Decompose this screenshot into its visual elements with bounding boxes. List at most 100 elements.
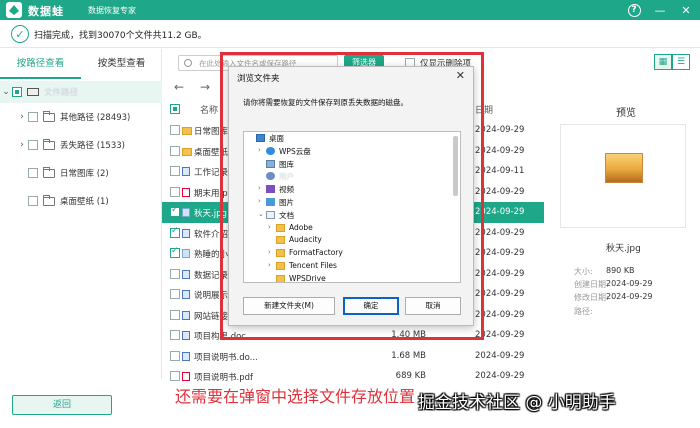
list-view-button[interactable]: ☰ (672, 54, 690, 70)
folder-tree-item[interactable]: › FormatFactory (244, 247, 460, 260)
browse-folder-dialog: 浏览文件夹 ✕ 请你将需要恢复的文件保存到原丢失数据的磁盘。 桌面 › WPS云盘图… (228, 66, 474, 326)
column-date-header[interactable]: 日期 (475, 103, 493, 116)
new-folder-button[interactable]: 新建文件夹(M) (243, 297, 335, 315)
folder-tree-item[interactable]: 桌面 (244, 132, 460, 145)
folder-icon (276, 249, 285, 258)
ok-button[interactable]: 确定 (343, 297, 399, 315)
user-icon (266, 172, 275, 181)
tree-caret-icon[interactable]: › (268, 261, 271, 269)
app-subtitle: 数据恢复专家 (88, 6, 136, 15)
tree-item-desktop-wallpaper[interactable]: 桌面壁纸 (1) (0, 187, 162, 215)
folder-tree-scrollbar[interactable] (453, 136, 458, 196)
folder-tree[interactable]: 桌面 › WPS云盘 图库 用户 › 视频 › 图片 ⌄ 文档 › Adobe Audacity › Form… (243, 131, 461, 283)
back-arrow-icon[interactable]: ← (174, 80, 184, 94)
meta-modified-label: 修改日期: (574, 293, 609, 302)
folder-icon (276, 261, 285, 270)
folder-tree-item[interactable]: › 图片 (244, 196, 460, 209)
folder-tree-label: WPS云盘 (279, 146, 311, 156)
tree-item-checkbox[interactable] (28, 196, 38, 206)
tab-by-path[interactable]: 按路径查看 (0, 49, 81, 79)
file-date: 2024-09-29 (475, 186, 525, 197)
folder-icon (43, 166, 55, 178)
document-icon (266, 210, 275, 219)
tree-root-label: 文件路径 (44, 88, 79, 98)
close-button[interactable]: ✕ (678, 2, 694, 18)
row-checkbox[interactable] (170, 145, 180, 156)
tree-caret-icon[interactable]: › (258, 184, 261, 192)
tree-item-checkbox[interactable] (28, 112, 38, 122)
tree-item-label: 日常图库 (2) (60, 169, 109, 179)
cancel-button[interactable]: 取消 (405, 297, 461, 315)
folder-tree-item[interactable]: 用户 (244, 170, 460, 183)
tree-caret-icon[interactable]: › (268, 223, 271, 231)
folder-tree-item[interactable]: ⌄ 文档 (244, 209, 460, 222)
select-all-checkbox[interactable] (170, 104, 180, 114)
chevron-right-icon[interactable]: › (16, 140, 28, 150)
folder-file-icon (182, 147, 192, 156)
tree-item-lost-paths[interactable]: › 丢失路径 (1533) (0, 131, 162, 159)
chevron-right-icon[interactable]: › (16, 112, 28, 122)
grid-view-button[interactable]: ▦ (654, 54, 672, 70)
doc-file-icon (182, 310, 190, 320)
tree-caret-icon[interactable]: › (258, 197, 261, 205)
file-name: 项目说明书.do... (194, 352, 258, 363)
row-checkbox[interactable] (170, 330, 180, 340)
table-row[interactable]: 项目构思.doc 1.40 MB 2024-09-29 (162, 325, 544, 346)
row-checkbox[interactable] (170, 309, 180, 320)
file-name: 软件介绍 (194, 229, 229, 240)
row-checkbox[interactable] (170, 226, 180, 238)
table-row[interactable]: 项目说明书.do... 1.68 MB 2024-09-29 (162, 346, 544, 367)
folder-tree-item[interactable]: › WPS云盘 (244, 145, 460, 158)
meta-size-label: 大小: (574, 267, 593, 276)
dialog-close-icon[interactable]: ✕ (456, 69, 465, 82)
minimize-icon: — (654, 3, 666, 17)
annotation-caption: 还需要在弹窗中选择文件存放位置 (175, 387, 416, 406)
row-checkbox[interactable] (170, 350, 180, 361)
row-checkbox[interactable] (170, 205, 180, 217)
row-checkbox[interactable] (170, 371, 180, 381)
row-checkbox[interactable] (170, 166, 180, 176)
close-icon: ✕ (681, 3, 691, 17)
tree-root-checkbox[interactable] (12, 87, 22, 97)
folder-icon (43, 194, 55, 206)
tree-root[interactable]: ⌄ 文件路径 (0, 81, 162, 103)
tree-item-other-paths[interactable]: › 其他路径 (28493) (0, 103, 162, 131)
folder-tree-item[interactable]: › Adobe (244, 222, 460, 235)
file-name: 项目说明书.pdf (194, 373, 253, 383)
tree-caret-icon[interactable]: › (258, 146, 261, 154)
search-icon (184, 59, 192, 67)
desktop-icon (256, 134, 265, 142)
folder-tree-label: 图库 (279, 159, 294, 169)
window-controls: ? — ✕ (626, 2, 694, 18)
forward-arrow-icon[interactable]: → (200, 80, 210, 94)
row-checkbox[interactable] (170, 268, 180, 279)
folder-icon (276, 274, 285, 282)
tree-item-checkbox[interactable] (28, 140, 38, 150)
folder-tree-item[interactable]: › Tencent Files (244, 260, 460, 273)
tree-item-daily-gallery[interactable]: 日常图库 (2) (0, 159, 162, 187)
row-checkbox[interactable] (170, 125, 180, 135)
tree-item-checkbox[interactable] (28, 168, 38, 178)
dialog-message: 请你将需要恢复的文件保存到原丢失数据的磁盘。 (243, 98, 408, 107)
tree-caret-icon[interactable]: › (268, 248, 271, 256)
help-button[interactable]: ? (626, 2, 642, 18)
folder-tree-item[interactable]: Audacity (244, 234, 460, 247)
folder-tree-item[interactable]: WPSDrive (244, 273, 460, 282)
meta-created-value: 2024-09-29 (606, 279, 653, 288)
meta-modified: 修改日期: 2024-09-29 (574, 292, 694, 303)
frog-logo-icon (6, 2, 22, 18)
row-checkbox[interactable] (170, 186, 180, 197)
tab-by-type[interactable]: 按类型查看 (81, 49, 162, 79)
view-tabs: 按路径查看 按类型查看 (0, 49, 162, 79)
minimize-button[interactable]: — (652, 2, 668, 18)
row-checkbox[interactable] (170, 246, 180, 258)
file-date: 2024-09-29 (475, 227, 525, 238)
tree-caret-icon[interactable]: ⌄ (258, 210, 264, 218)
row-checkbox[interactable] (170, 289, 180, 299)
column-name-header[interactable]: 名称 (200, 103, 218, 116)
file-date: 2024-09-29 (475, 207, 525, 217)
folder-tree-item[interactable]: › 视频 (244, 183, 460, 196)
folder-tree-item[interactable]: 图库 (244, 158, 460, 171)
back-button[interactable]: 返回 (12, 395, 112, 415)
chevron-down-icon[interactable]: ⌄ (0, 87, 12, 97)
